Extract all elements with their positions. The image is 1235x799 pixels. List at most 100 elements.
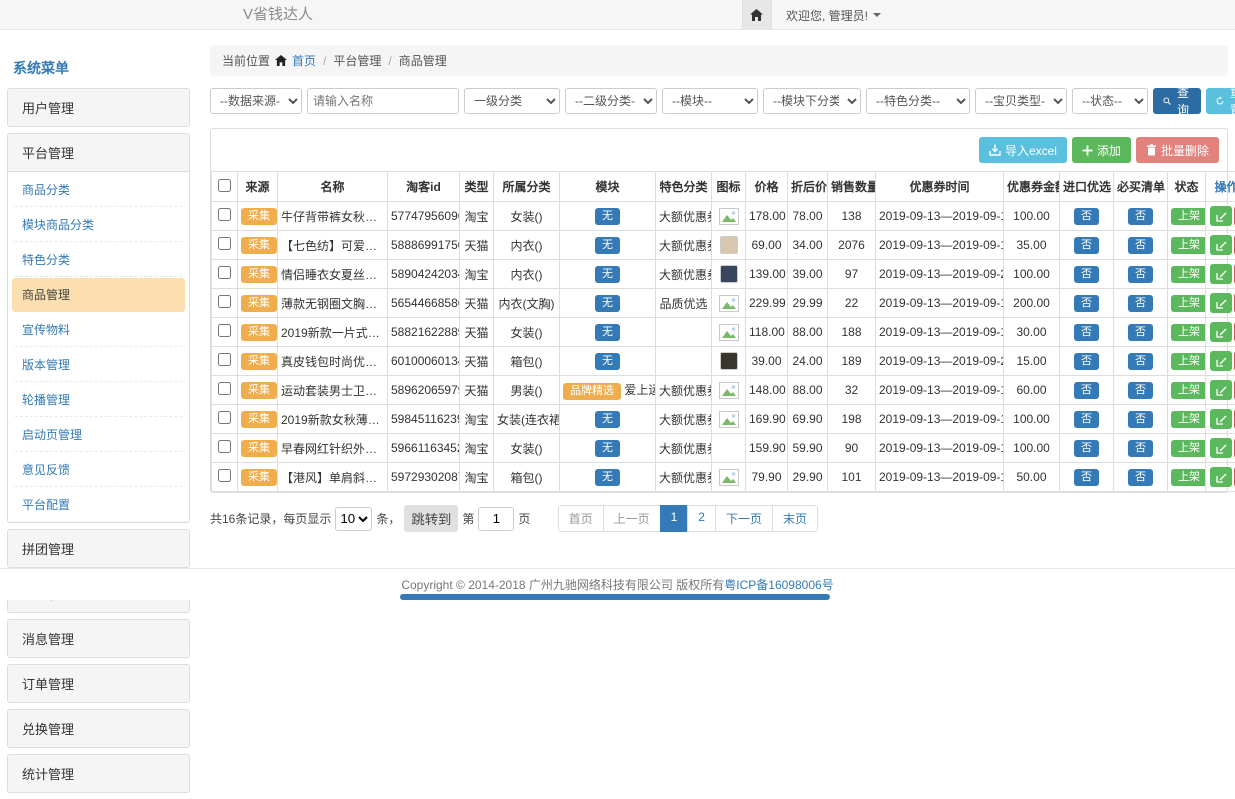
must-buy-badge[interactable]: 否 bbox=[1128, 411, 1153, 428]
import-select-badge[interactable]: 否 bbox=[1074, 295, 1099, 312]
filter-select-module[interactable]: --模块-- bbox=[662, 88, 758, 114]
row-checkbox[interactable] bbox=[218, 237, 231, 250]
edit-button[interactable] bbox=[1210, 206, 1232, 226]
pager-item-下一页[interactable]: 下一页 bbox=[715, 505, 773, 532]
sidebar-subitem-商品分类[interactable]: 商品分类 bbox=[12, 173, 185, 207]
pager-item-1[interactable]: 1 bbox=[660, 505, 689, 532]
pager-item-2[interactable]: 2 bbox=[687, 505, 716, 532]
row-checkbox[interactable] bbox=[218, 208, 231, 221]
import-select-badge[interactable]: 否 bbox=[1074, 382, 1099, 399]
sidebar-item-消息管理[interactable]: 消息管理 bbox=[8, 620, 189, 657]
must-buy-badge[interactable]: 否 bbox=[1128, 353, 1153, 370]
row-checkbox[interactable] bbox=[218, 440, 231, 453]
edit-button[interactable] bbox=[1210, 438, 1232, 458]
import-select-badge[interactable]: 否 bbox=[1074, 440, 1099, 457]
discount-price: 78.00 bbox=[788, 202, 828, 231]
sidebar-subitem-意见反馈[interactable]: 意见反馈 bbox=[12, 453, 185, 487]
category: 内衣() bbox=[494, 231, 560, 260]
must-buy-badge[interactable]: 否 bbox=[1128, 208, 1153, 225]
status-badge[interactable]: 上架 bbox=[1171, 411, 1206, 428]
sidebar-item-订单管理[interactable]: 订单管理 bbox=[8, 665, 189, 702]
status-badge[interactable]: 上架 bbox=[1171, 295, 1206, 312]
edit-button[interactable] bbox=[1210, 351, 1232, 371]
breadcrumb-item-goods[interactable]: 商品管理 bbox=[399, 52, 447, 69]
status-badge[interactable]: 上架 bbox=[1171, 266, 1206, 283]
page-number-input[interactable] bbox=[478, 507, 514, 531]
must-buy-badge[interactable]: 否 bbox=[1128, 440, 1153, 457]
jump-button[interactable]: 跳转到 bbox=[404, 505, 458, 532]
filter-select-data-source[interactable]: --数据来源-- bbox=[210, 88, 302, 114]
import-excel-button[interactable]: 导入excel bbox=[979, 137, 1067, 163]
import-select-badge[interactable]: 否 bbox=[1074, 324, 1099, 341]
sidebar-subitem-宣传物料[interactable]: 宣传物料 bbox=[12, 313, 185, 347]
status-badge[interactable]: 上架 bbox=[1171, 469, 1206, 486]
sidebar-item-拼团管理[interactable]: 拼团管理 bbox=[8, 530, 189, 567]
sidebar-item-统计管理[interactable]: 统计管理 bbox=[8, 755, 189, 792]
must-buy-badge[interactable]: 否 bbox=[1128, 295, 1153, 312]
sidebar-item-用户管理[interactable]: 用户管理 bbox=[8, 89, 189, 126]
status-badge[interactable]: 上架 bbox=[1171, 382, 1206, 399]
pager-item-首页[interactable]: 首页 bbox=[558, 505, 604, 532]
import-select-badge[interactable]: 否 bbox=[1074, 208, 1099, 225]
sidebar-subitem-轮播管理[interactable]: 轮播管理 bbox=[12, 383, 185, 417]
icp-link[interactable]: 粤ICP备16098006号 bbox=[724, 576, 833, 593]
page-size-select[interactable]: 10 bbox=[335, 507, 372, 531]
edit-button[interactable] bbox=[1210, 293, 1232, 313]
reset-button[interactable]: 重置 bbox=[1206, 88, 1235, 114]
select-all-checkbox[interactable] bbox=[218, 179, 231, 192]
must-buy-badge[interactable]: 否 bbox=[1128, 237, 1153, 254]
filter-select-status[interactable]: --状态-- bbox=[1072, 88, 1148, 114]
status-badge[interactable]: 上架 bbox=[1171, 324, 1206, 341]
batch-delete-button[interactable]: 批量删除 bbox=[1136, 137, 1219, 163]
horizontal-scrollbar-thumb[interactable] bbox=[400, 594, 830, 600]
row-checkbox[interactable] bbox=[218, 469, 231, 482]
import-select-badge[interactable]: 否 bbox=[1074, 411, 1099, 428]
row-checkbox[interactable] bbox=[218, 324, 231, 337]
import-select-badge[interactable]: 否 bbox=[1074, 353, 1099, 370]
row-checkbox[interactable] bbox=[218, 295, 231, 308]
status-badge[interactable]: 上架 bbox=[1171, 208, 1206, 225]
sidebar-subitem-特色分类[interactable]: 特色分类 bbox=[12, 243, 185, 277]
filter-select-level1-category[interactable]: 一级分类 bbox=[464, 88, 560, 114]
query-button[interactable]: 查询 bbox=[1153, 88, 1201, 114]
sidebar-subitem-启动页管理[interactable]: 启动页管理 bbox=[12, 418, 185, 452]
sidebar-item-兑换管理[interactable]: 兑换管理 bbox=[8, 710, 189, 747]
user-menu[interactable]: 欢迎您, 管理员! bbox=[772, 0, 895, 30]
edit-button[interactable] bbox=[1210, 235, 1232, 255]
edit-button[interactable] bbox=[1210, 322, 1232, 342]
filter-input-name[interactable] bbox=[307, 88, 459, 114]
import-select-badge[interactable]: 否 bbox=[1074, 469, 1099, 486]
filter-select-item-type[interactable]: --宝贝类型-- bbox=[975, 88, 1067, 114]
breadcrumb-home-link[interactable]: 首页 bbox=[292, 52, 316, 69]
edit-button[interactable] bbox=[1210, 264, 1232, 284]
sidebar-subitem-平台配置[interactable]: 平台配置 bbox=[12, 488, 185, 521]
filter-select-level2-category[interactable]: --二级分类-- bbox=[565, 88, 657, 114]
row-checkbox[interactable] bbox=[218, 382, 231, 395]
must-buy-badge[interactable]: 否 bbox=[1128, 266, 1153, 283]
sidebar-subitem-商品管理[interactable]: 商品管理 bbox=[12, 278, 185, 312]
home-button[interactable] bbox=[742, 0, 772, 30]
must-buy-badge[interactable]: 否 bbox=[1128, 324, 1153, 341]
add-button[interactable]: 添加 bbox=[1072, 137, 1131, 163]
sidebar-subitem-版本管理[interactable]: 版本管理 bbox=[12, 348, 185, 382]
must-buy-badge[interactable]: 否 bbox=[1128, 469, 1153, 486]
pager-item-上一页[interactable]: 上一页 bbox=[603, 505, 661, 532]
status-badge[interactable]: 上架 bbox=[1171, 353, 1206, 370]
pager-item-末页[interactable]: 末页 bbox=[772, 505, 818, 532]
row-checkbox[interactable] bbox=[218, 266, 231, 279]
sidebar-item-平台管理[interactable]: 平台管理 bbox=[8, 134, 189, 171]
row-checkbox[interactable] bbox=[218, 353, 231, 366]
must-buy-badge[interactable]: 否 bbox=[1128, 382, 1153, 399]
edit-button[interactable] bbox=[1210, 409, 1232, 429]
row-checkbox[interactable] bbox=[218, 411, 231, 424]
import-select-badge[interactable]: 否 bbox=[1074, 237, 1099, 254]
edit-button[interactable] bbox=[1210, 380, 1232, 400]
status-badge[interactable]: 上架 bbox=[1171, 440, 1206, 457]
filter-select-feature-category[interactable]: --特色分类-- bbox=[866, 88, 970, 114]
edit-button[interactable] bbox=[1210, 467, 1232, 487]
breadcrumb-item-platform[interactable]: 平台管理 bbox=[333, 52, 381, 69]
sidebar-subitem-模块商品分类[interactable]: 模块商品分类 bbox=[12, 208, 185, 242]
import-select-badge[interactable]: 否 bbox=[1074, 266, 1099, 283]
status-badge[interactable]: 上架 bbox=[1171, 237, 1206, 254]
filter-select-module-sub-category[interactable]: --模块下分类-- bbox=[763, 88, 861, 114]
